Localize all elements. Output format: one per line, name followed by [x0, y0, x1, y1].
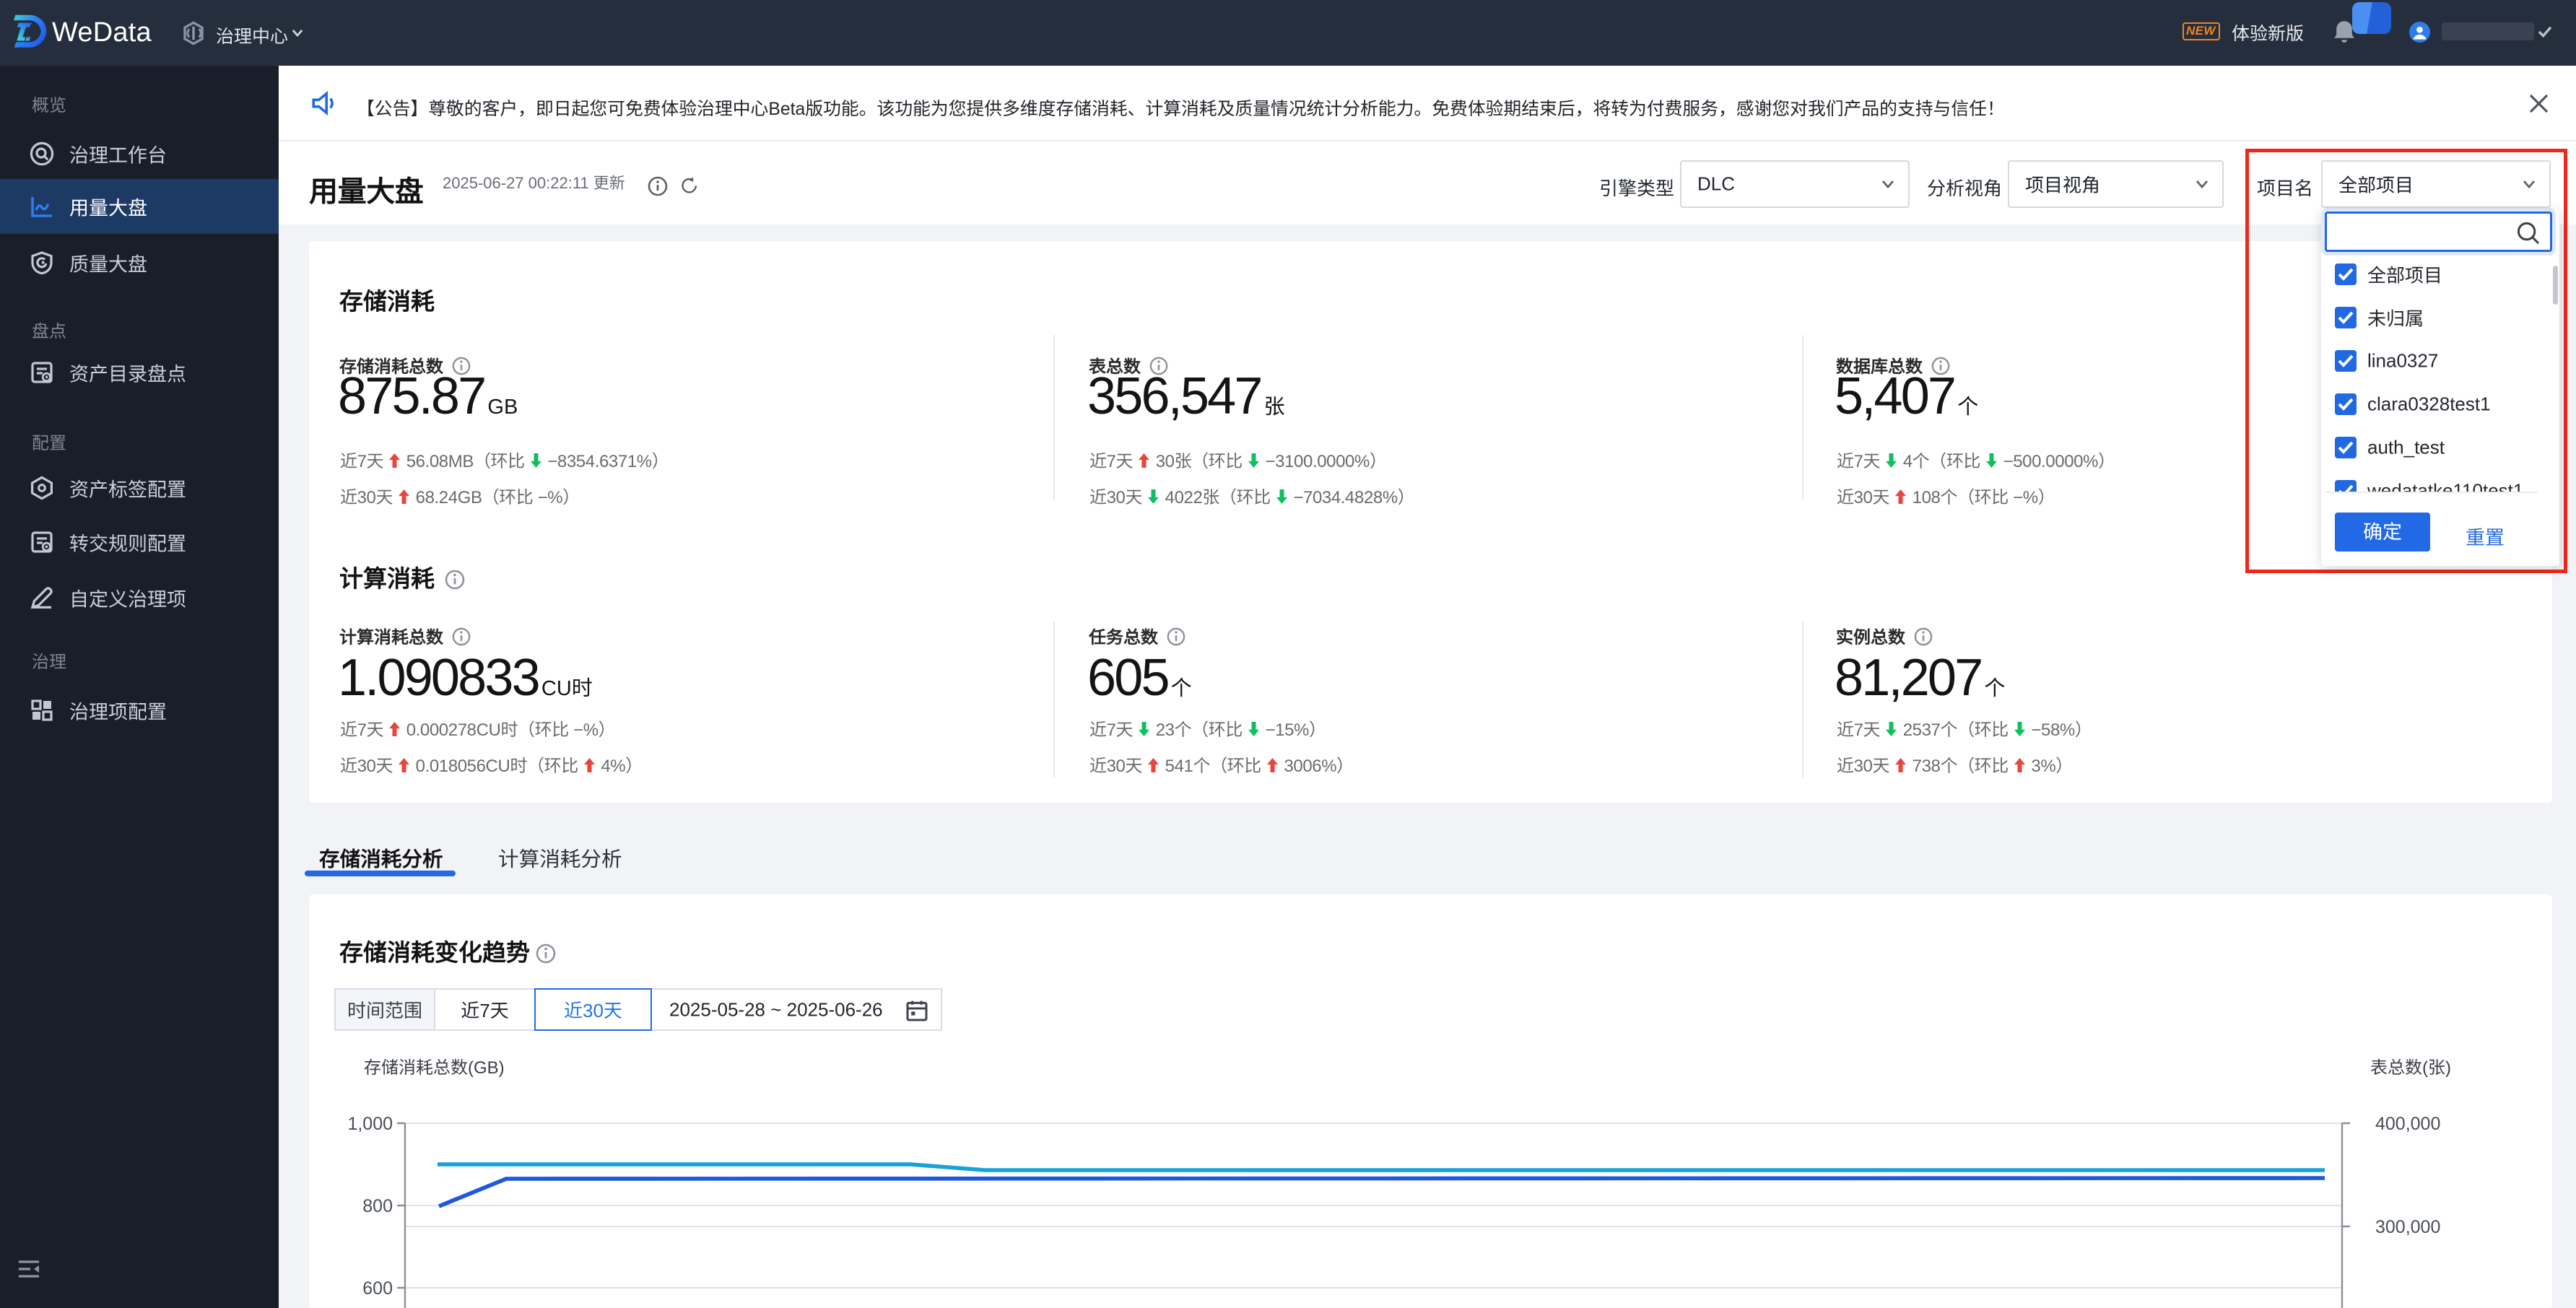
svg-text:1,000: 1,000 — [347, 1114, 393, 1134]
svg-text:400,000: 400,000 — [2375, 1114, 2440, 1134]
svg-text:600: 600 — [362, 1278, 393, 1299]
svg-text:800: 800 — [362, 1196, 393, 1216]
svg-text:300,000: 300,000 — [2375, 1217, 2440, 1237]
